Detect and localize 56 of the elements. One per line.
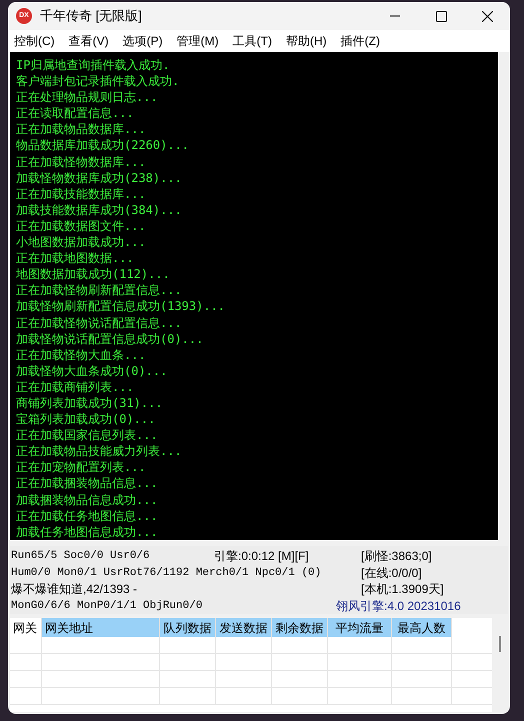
log-line: 正在加载怪物说话配置信息... xyxy=(16,314,182,331)
log-line: 正在加载怪物数据库... xyxy=(16,154,146,170)
log-line: 加载怪物数据库成功(238)... xyxy=(16,170,182,186)
status-text: MonG0/6/6 MonP0/1/1 ObjRun0/0 xyxy=(11,598,204,614)
close-icon xyxy=(482,10,492,22)
column-header[interactable]: 队列数据 xyxy=(160,618,216,637)
scrollbar[interactable] xyxy=(492,618,508,712)
log-line: 正在加载数据图文件... xyxy=(16,218,146,234)
status-text: Run65/5 Soc0/0 Usr0/6 xyxy=(11,549,151,564)
log-line: 加载怪物刷新配置信息成功(1393)... xyxy=(16,298,226,314)
menu-item[interactable]: 管理(M) xyxy=(176,32,219,50)
log-line: 正在加载捆装物品信息... xyxy=(16,475,158,492)
engine-version: 翎风引擎:4.0 20231016 xyxy=(336,598,461,614)
log-line: 地图数据加载成功(112)... xyxy=(16,266,170,282)
log-line: 正在加宠物配置列表... xyxy=(16,459,146,476)
status-text: [在线:0/0/0] xyxy=(361,564,422,581)
status-text: 爆不爆谁知道,42/1393 - xyxy=(11,581,138,598)
log-line: 正在加载怪物刷新配置信息... xyxy=(16,282,182,298)
menu-item[interactable]: 控制(C) xyxy=(14,32,55,50)
column-header[interactable]: 平均流量 xyxy=(328,618,392,637)
log-line: 正在加载国家信息列表... xyxy=(16,427,158,444)
log-line: 加载捆装物品信息成功... xyxy=(16,492,158,508)
menu-item[interactable]: 帮助(H) xyxy=(286,32,327,50)
log-line: 加载怪物说话配置信息成功(0)... xyxy=(16,330,204,347)
log-line: 宝箱列表加载成功(0)... xyxy=(16,411,156,428)
log-line: 加载任务地图信息成功... xyxy=(16,524,158,540)
log-line: 正在加载怪物大血条... xyxy=(16,346,146,363)
scrollbar-thumb[interactable] xyxy=(499,636,501,652)
log-line: 正在加载任务地图信息... xyxy=(16,508,158,524)
log-line: 加载技能数据库成功(384)... xyxy=(16,202,182,218)
log-line: 正在加载物品数据库... xyxy=(16,121,146,138)
maximize-icon xyxy=(436,10,446,22)
log-line: 正在加载地图数据... xyxy=(16,250,134,266)
menu-item[interactable]: 工具(T) xyxy=(232,32,272,50)
log-line: IP归属地查询插件载入成功. xyxy=(16,57,170,74)
status-text: 引擎:0:0:12 [M][F] xyxy=(214,548,310,564)
menu-item[interactable]: 查看(V) xyxy=(68,32,109,50)
log-line: 正在加载物品技能威力列表... xyxy=(16,443,182,460)
status-text: [本机:1.3909天] xyxy=(361,581,444,598)
column-header[interactable]: 网关地址 xyxy=(42,618,160,637)
menu-item[interactable]: 插件(Z) xyxy=(340,32,380,50)
status-text: [刷怪:3863;0] xyxy=(361,548,432,564)
window-title: 千年传奇 [无限版] xyxy=(40,7,142,26)
log-line: 客户端封包记录插件载入成功. xyxy=(16,73,180,90)
column-header[interactable]: 发送数据 xyxy=(216,618,272,637)
log-line: 小地图数据加载成功... xyxy=(16,234,146,250)
log-line: 正在加载技能数据库... xyxy=(16,186,146,202)
column-header[interactable]: 剩余数据 xyxy=(272,618,328,637)
log-line: 加载怪物大血条成功(0)... xyxy=(16,362,168,379)
log-line: 正在读取配置信息... xyxy=(16,105,134,122)
menu-item[interactable]: 选项(P) xyxy=(122,32,163,50)
column-header[interactable]: 最高人数 xyxy=(392,618,452,637)
log-line: 正在加载商铺列表... xyxy=(16,378,134,395)
log-line: 商铺列表加载成功(31)... xyxy=(16,394,163,412)
log-line: 正在处理物品规则日志... xyxy=(16,89,158,106)
log-line: 物品数据库加载成功(2260)... xyxy=(16,137,190,154)
